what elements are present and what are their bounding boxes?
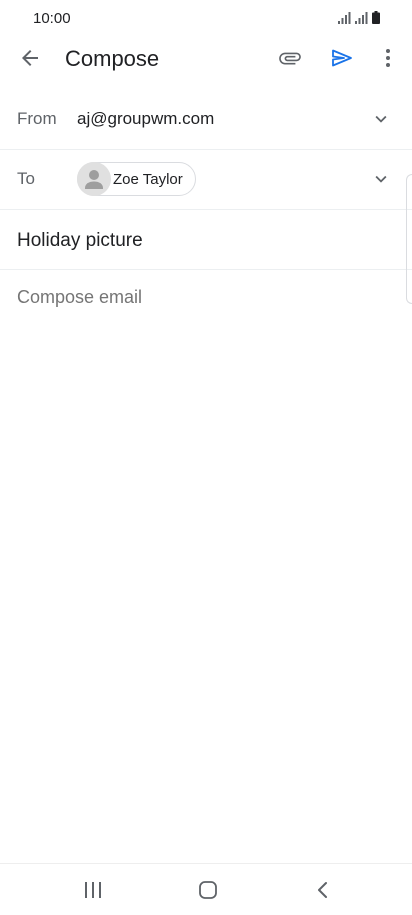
to-label: To	[17, 169, 35, 188]
recipient-name: Zoe Taylor	[113, 170, 183, 188]
signal-icon	[338, 12, 351, 24]
arrow-back-icon	[22, 50, 38, 66]
battery-icon	[372, 11, 380, 24]
recents-button[interactable]	[73, 874, 113, 906]
recents-icon	[85, 882, 101, 898]
avatar	[77, 162, 111, 196]
attach-button[interactable]	[270, 38, 310, 78]
page-title: Compose	[65, 46, 160, 71]
status-time: 10:00	[33, 10, 71, 27]
send-button[interactable]	[322, 38, 362, 78]
subject-input[interactable]: Holiday picture	[17, 230, 143, 252]
from-field[interactable]: From aj@groupwm.com	[0, 90, 412, 150]
home-icon	[199, 881, 217, 899]
system-nav-bar	[0, 863, 412, 915]
from-label: From	[17, 109, 57, 128]
back-icon	[318, 882, 327, 898]
to-expand-button[interactable]	[370, 168, 392, 190]
status-bar: 10:00	[0, 0, 412, 36]
signal-icon	[355, 12, 368, 24]
home-button[interactable]	[188, 874, 228, 906]
status-icons	[338, 10, 380, 24]
edge-panel-handle[interactable]	[406, 174, 412, 304]
compose-body-input[interactable]: Compose email	[17, 287, 387, 787]
person-icon	[85, 170, 103, 189]
from-value: aj@groupwm.com	[77, 109, 215, 128]
nav-back-button[interactable]	[303, 874, 343, 906]
subject-field[interactable]: Holiday picture	[0, 210, 412, 270]
back-button[interactable]	[10, 38, 50, 78]
more-vert-icon	[386, 49, 390, 67]
recipient-chip[interactable]: Zoe Taylor	[77, 162, 196, 196]
to-field[interactable]: To Zoe Taylor	[0, 150, 412, 210]
paperclip-icon	[279, 52, 301, 65]
chevron-down-icon	[375, 175, 387, 183]
chevron-down-icon	[375, 115, 387, 123]
from-expand-button[interactable]	[370, 108, 392, 130]
send-icon	[332, 49, 352, 67]
more-options-button[interactable]	[368, 38, 408, 78]
app-toolbar: Compose	[0, 36, 412, 82]
